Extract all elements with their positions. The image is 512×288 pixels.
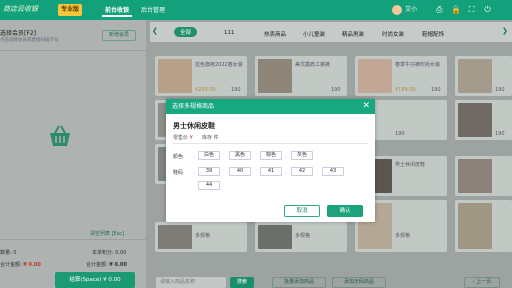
product-name: 春季牛仔裤时尚女装 [395,62,441,68]
product-image [458,203,492,249]
cancel-button[interactable]: 取消 [284,205,320,217]
product-image [458,159,492,193]
total-label: 合计金额: ¥ 0.00 [0,262,41,268]
multi-spec-modal: 选择多规格商品 ✕ 男士休闲皮鞋 零售价 ¥ 库存 件 颜色 白色 黑色 棕色 … [166,99,375,222]
product-image [358,59,392,93]
product-card[interactable]: 春季牛仔裤时尚女装 ¥189.00 190 [355,56,447,96]
category-men[interactable]: 精品男装 [342,30,364,38]
product-image [158,225,192,249]
app-logo: 商店云收银 [3,5,38,13]
size-option-40[interactable]: 40 [229,167,251,176]
qty-label: 数量: 0 [0,250,17,256]
category-women[interactable]: 时尚女装 [382,30,404,38]
product-name: 蓝色旗袍2022春女装 [195,62,243,68]
search-input[interactable]: 请输入商品名称 [156,277,226,288]
basket-icon [50,125,70,146]
chevron-right-icon[interactable]: ❯ [502,27,508,35]
product-name: 多规格 [295,233,311,239]
chevron-left-icon[interactable]: ❮ [152,27,158,35]
member-hint: 点击选择会员或直接扫描卡号 [0,38,59,43]
product-image [258,59,292,93]
category-111[interactable]: 111 [224,30,235,36]
product-card[interactable]: 蓝色旗袍2022春女装 ¥259.00 190 [155,56,247,96]
add-nobarcode-button[interactable]: 添加无码商品 [332,277,386,288]
product-card[interactable]: 多规格 [155,222,247,252]
color-option-gray[interactable]: 灰色 [291,151,313,160]
product-stock: 190 [231,87,241,93]
product-card[interactable] [455,200,512,252]
tab-front-cashier[interactable]: 前台收银 [102,4,133,17]
divider [173,143,368,144]
product-stock: 190 [395,131,405,137]
modal-header: 选择多规格商品 [166,99,375,114]
product-name: 多规格 [395,233,411,239]
size-label: 鞋码 [173,170,184,176]
product-card[interactable] [455,156,512,196]
size-option-39[interactable]: 39 [198,167,220,176]
close-icon[interactable]: ✕ [362,100,370,112]
color-option-white[interactable]: 白色 [198,151,220,160]
size-option-44[interactable]: 44 [198,181,220,190]
product-image [458,59,492,93]
product-name: 多规格 [195,233,211,239]
product-image [258,225,292,249]
member-select-label[interactable]: 选择会员[F2] [0,28,36,37]
divider [0,50,146,51]
product-card[interactable]: 多规格 [255,222,347,252]
search-button[interactable]: 搜索 [230,277,254,288]
product-stock: 190 [495,87,505,93]
prev-page-button[interactable]: ‹ 上一页 [464,277,500,288]
product-card[interactable]: 190 [455,100,512,140]
product-card[interactable]: 190 [455,56,512,96]
category-bar: ❮ ❯ 全部 111 热卖商品 小儿童装 精品男装 时尚女装 鞋帽配饰 [150,22,512,42]
product-name: 美式露肩工装裤 [295,62,331,68]
points-label: 本单积分: 0.00 [92,250,127,256]
user-name[interactable]: 艾小 [405,4,417,16]
product-stock: 190 [331,87,341,93]
product-image [158,59,192,93]
batch-add-button[interactable]: 批量添加商品 [272,277,326,288]
pro-badge[interactable]: 专业版 [58,4,83,16]
top-bar: 商店云收银 专业版 前台收银 后台管理 艾小 ⎙ 🔒 ⛶ ⏻ [0,0,512,20]
retail-price-label: 零售价 ¥ [173,135,193,141]
product-card[interactable]: 美式露肩工装裤 190 [255,56,347,96]
size-option-41[interactable]: 41 [260,167,282,176]
checkout-button[interactable]: 结算(Space) ¥ 0.00 [55,272,135,288]
lock-icon[interactable]: 🔒 [451,5,461,14]
product-stock: 190 [431,87,441,93]
divider [0,239,146,240]
clear-list-link[interactable]: 清空列表 [Esc] [90,230,124,237]
stock-label: 库存 件 [202,135,219,141]
category-hot[interactable]: 热卖商品 [264,30,286,38]
category-all[interactable]: 全部 [174,27,198,37]
product-name: 男士休闲皮鞋 [395,162,426,168]
color-option-black[interactable]: 黑色 [229,151,251,160]
tab-backend[interactable]: 后台管理 [138,4,168,17]
category-kids[interactable]: 小儿童装 [303,30,325,38]
cart-panel: 选择会员[F2] 点击选择会员或直接扫描卡号 新增会员 清空列表 [Esc] 数… [0,20,146,288]
category-shoes[interactable]: 鞋帽配饰 [422,30,444,38]
modal-product-name: 男士休闲皮鞋 [173,122,215,130]
product-stock: 190 [495,131,505,137]
product-image [458,103,492,137]
power-icon[interactable]: ⏻ [483,5,492,14]
product-price: ¥259.00 [195,87,216,93]
color-label: 颜色 [173,154,184,160]
product-price: ¥189.00 [395,87,416,93]
modal-title: 选择多规格商品 [172,103,215,110]
size-option-42[interactable]: 42 [291,167,313,176]
avatar[interactable] [392,5,402,15]
confirm-button[interactable]: 确认 [327,205,363,217]
grand-total-label: 合计金额: ¥ 0.00 [86,262,127,268]
size-option-43[interactable]: 43 [322,167,344,176]
printer-icon[interactable]: ⎙ [435,5,444,14]
expand-icon[interactable]: ⛶ [467,5,476,14]
color-option-brown[interactable]: 棕色 [260,151,282,160]
add-member-button[interactable]: 新增会员 [102,30,136,41]
